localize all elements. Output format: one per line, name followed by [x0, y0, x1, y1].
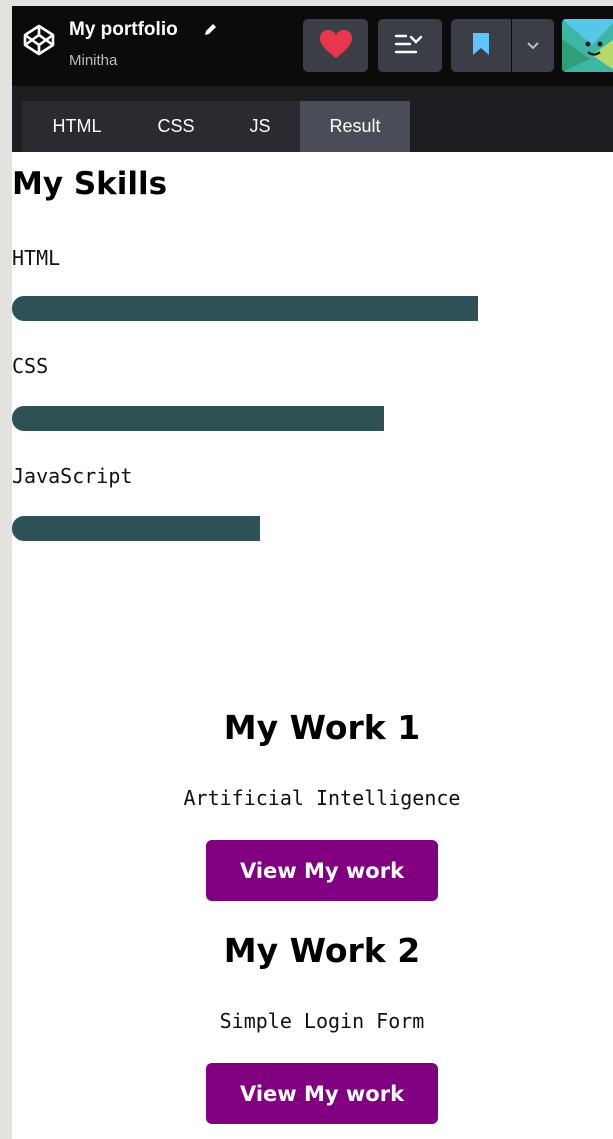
skill-bar-javascript	[12, 516, 260, 541]
heart-icon	[319, 29, 353, 63]
work-2-subtitle: Simple Login Form	[219, 1009, 425, 1033]
skill-bar-css	[12, 406, 384, 431]
skill-label-html: HTML	[12, 246, 61, 270]
avatar[interactable]	[562, 19, 613, 72]
skill-bar-html	[12, 296, 478, 321]
tab-strip: HTML CSS JS Result	[22, 101, 410, 152]
work-1-subtitle: Artificial Intelligence	[183, 786, 461, 810]
pencil-icon[interactable]	[202, 22, 218, 38]
tab-html[interactable]: HTML	[22, 101, 132, 152]
layout-icon	[394, 33, 426, 59]
author-name[interactable]: Minitha	[69, 52, 117, 69]
tab-js[interactable]: JS	[220, 101, 300, 152]
layout-button[interactable]	[378, 19, 442, 72]
editor-tab-bar: HTML CSS JS Result	[12, 86, 613, 152]
skill-label-css: CSS	[12, 354, 49, 378]
work-2-view-button[interactable]: View My work	[206, 1063, 438, 1124]
top-header: My portfolio Minitha	[12, 6, 613, 86]
codepen-window: My portfolio Minitha HTML CSS JS Result …	[12, 6, 613, 1139]
chevron-down-icon	[526, 36, 540, 55]
bookmark-menu-button[interactable]	[512, 19, 554, 72]
tab-result[interactable]: Result	[300, 101, 410, 152]
skills-heading: My Skills	[12, 166, 168, 202]
work-1-title: My Work 1	[223, 708, 421, 747]
skill-label-javascript: JavaScript	[12, 464, 133, 488]
work-2-title: My Work 2	[223, 931, 421, 970]
codepen-logo-icon[interactable]	[22, 23, 56, 57]
heart-button[interactable]	[303, 19, 368, 72]
bookmark-icon	[472, 32, 490, 60]
bookmark-button[interactable]	[451, 19, 511, 72]
tab-css[interactable]: CSS	[132, 101, 220, 152]
work-1-view-button[interactable]: View My work	[206, 840, 438, 901]
pen-title[interactable]: My portfolio	[69, 19, 178, 41]
